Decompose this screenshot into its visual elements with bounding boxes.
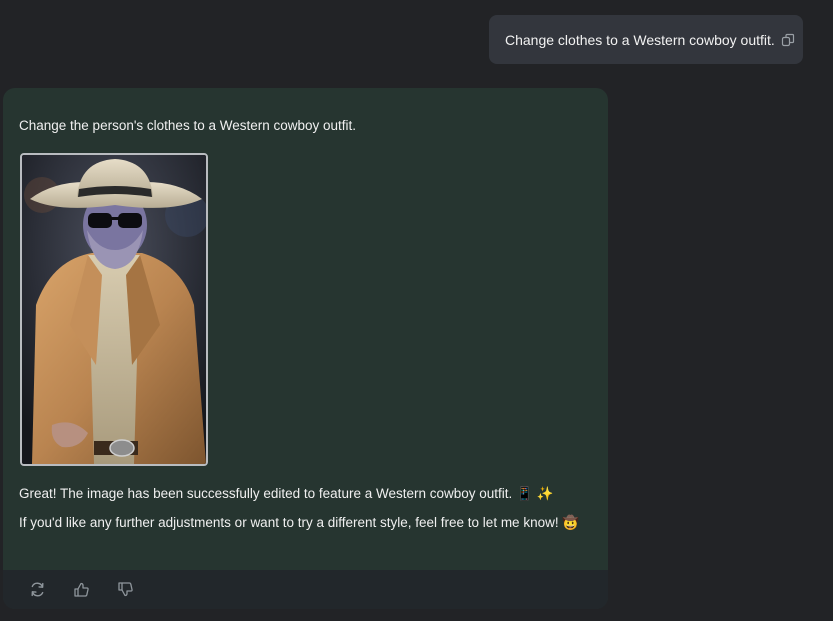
cowboy-outfit-result-image[interactable]: [20, 153, 208, 466]
reply-followup-text: If you'd like any further adjustments or…: [19, 515, 580, 530]
edit-prompt-text: Change the person's clothes to a Western…: [19, 118, 357, 133]
assistant-message-body: Change the person's clothes to a Western…: [3, 88, 608, 570]
regenerate-icon: [31, 582, 43, 597]
copy-icon[interactable]: [781, 33, 795, 47]
reply-success-text: Great! The image has been successfully e…: [19, 486, 554, 501]
regenerate-button[interactable]: [25, 578, 49, 602]
assistant-message-card: Change the person's clothes to a Western…: [3, 88, 608, 609]
message-action-bar: [3, 570, 608, 609]
thumbs-up-button[interactable]: [69, 578, 93, 602]
user-message-text: Change clothes to a Western cowboy outfi…: [505, 31, 775, 48]
thumbs-down-icon: [117, 582, 133, 597]
thumbs-down-button[interactable]: [113, 578, 137, 602]
user-message-bubble: Change clothes to a Western cowboy outfi…: [489, 15, 803, 64]
thumbs-up-icon: [73, 582, 89, 597]
